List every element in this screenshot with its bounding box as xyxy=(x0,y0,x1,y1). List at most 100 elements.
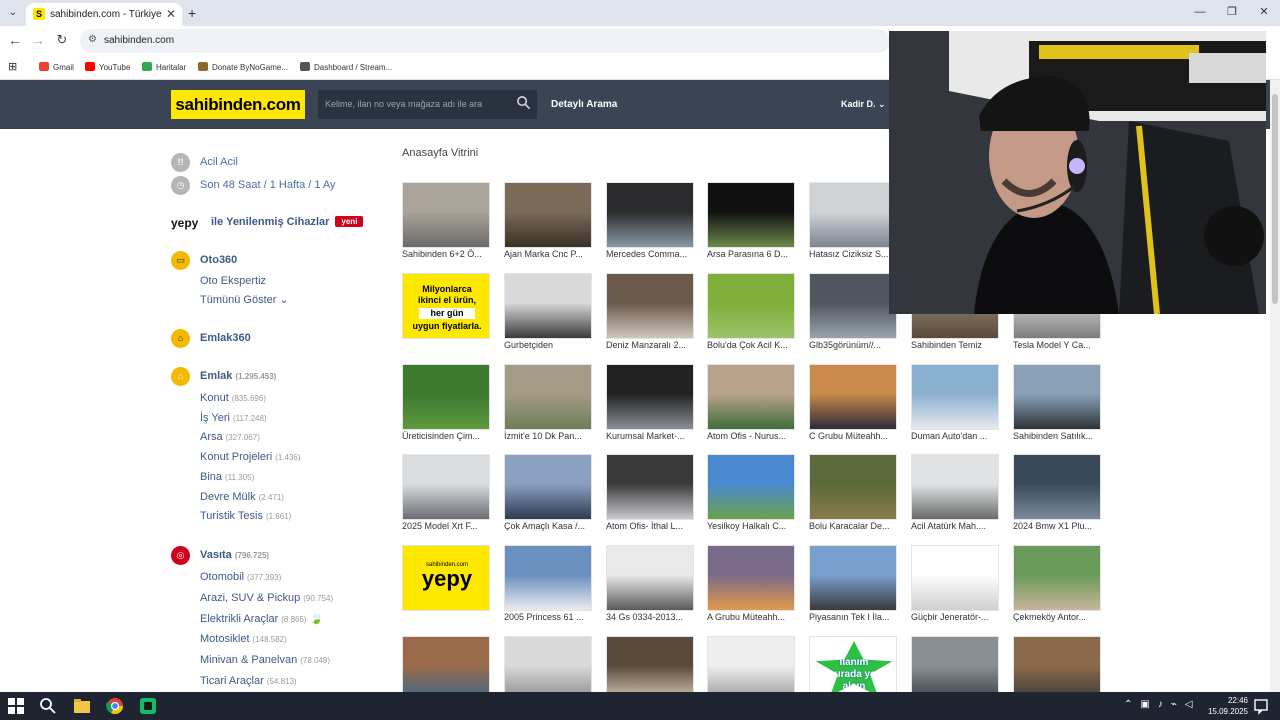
apps-grid-icon[interactable]: ⊞ xyxy=(8,60,17,73)
listing-thumbnail[interactable] xyxy=(911,364,999,430)
listing-title[interactable]: 2025 Model Xrt F... xyxy=(402,521,504,531)
listing-thumbnail[interactable] xyxy=(809,545,897,611)
listing-thumbnail[interactable]: sahibinden.com yepy xyxy=(402,545,490,611)
show-all-link[interactable]: Tümünü Göster ⌄ xyxy=(200,293,289,306)
listing-card[interactable]: Mercedes Comma... xyxy=(606,182,694,262)
listing-thumbnail[interactable] xyxy=(504,182,592,248)
listing-card[interactable]: 2005 Princess 61 ... xyxy=(504,545,592,625)
close-window-icon[interactable]: ✕ xyxy=(1248,0,1280,26)
listing-thumbnail[interactable] xyxy=(707,454,795,520)
listing-title[interactable]: Sahibinden Temiz xyxy=(911,340,1013,350)
listing-card[interactable]: Bolu'da Çok Acil K... xyxy=(707,273,795,353)
listing-title[interactable]: Mercedes Comma... xyxy=(606,249,708,259)
listing-title[interactable]: Bolu'da Çok Acil K... xyxy=(707,340,809,350)
listing-card[interactable]: Deniz Manzaralı 2... xyxy=(606,273,694,353)
listing-thumbnail[interactable] xyxy=(1013,364,1101,430)
recent-link[interactable]: Son 48 Saat / 1 Hafta / 1 Ay xyxy=(200,179,336,191)
listing-card[interactable]: Yesilkoy Halkalı C... xyxy=(707,454,795,534)
listing-card[interactable]: Acil Atatürk Mah.... xyxy=(911,454,999,534)
site-info-icon[interactable]: ⚙ xyxy=(88,34,97,45)
clock[interactable]: 22:46 15.09.2025 xyxy=(1208,695,1248,717)
listing-title[interactable]: Bolu Karacalar De... xyxy=(809,521,911,531)
subcategory-link[interactable]: Konut (835.696) xyxy=(200,392,266,404)
listing-card[interactable]: Kurumsal Market-... xyxy=(606,364,694,444)
listing-title[interactable]: 34 Gs 0334-2013... xyxy=(606,612,708,622)
listing-card[interactable]: Ajan Marka Cnc P... xyxy=(504,182,592,262)
oto-ekspertiz-link[interactable]: Oto Ekspertiz xyxy=(200,275,266,287)
listing-title[interactable]: Glb35görünüm//... xyxy=(809,340,911,350)
listing-title[interactable]: Sahibinden Satılık... xyxy=(1013,431,1115,441)
site-logo[interactable]: sahibinden.com xyxy=(171,90,305,119)
subcategory-link[interactable]: Motosiklet (148.582) xyxy=(200,633,287,645)
listing-thumbnail[interactable] xyxy=(911,545,999,611)
advanced-search-link[interactable]: Detaylı Arama xyxy=(551,99,617,110)
listing-title[interactable]: Kurumsal Market-... xyxy=(606,431,708,441)
listing-thumbnail[interactable] xyxy=(707,273,795,339)
listing-card[interactable]: Üreticisinden Çim... xyxy=(402,364,490,444)
search-icon[interactable] xyxy=(516,95,531,110)
listing-thumbnail[interactable] xyxy=(504,364,592,430)
listing-card[interactable]: Piyasanın Tek I İla... xyxy=(809,545,897,625)
subcategory-link[interactable]: Ticari Araçlar (54.813) xyxy=(200,675,297,687)
listing-thumbnail[interactable] xyxy=(809,182,897,248)
listing-thumbnail[interactable] xyxy=(504,545,592,611)
acil-link[interactable]: Acil Acil xyxy=(200,156,238,168)
url-bar[interactable]: ⚙ sahibinden.com xyxy=(80,29,890,53)
subcategory-link[interactable]: Bina (11.305) xyxy=(200,471,254,483)
listing-card[interactable]: Bolu Karacalar De... xyxy=(809,454,897,534)
listing-title[interactable]: Acil Atatürk Mah.... xyxy=(911,521,1013,531)
listing-thumbnail[interactable] xyxy=(606,454,694,520)
listing-card[interactable]: Atom Ofis- İthal L... xyxy=(606,454,694,534)
listing-title[interactable]: Çok Amaçlı Kasa /... xyxy=(504,521,606,531)
listing-card[interactable]: sahibinden.com yepy xyxy=(402,545,490,625)
listing-title[interactable]: Duman Auto'dan ... xyxy=(911,431,1013,441)
search-icon[interactable] xyxy=(39,697,57,715)
listing-title[interactable]: Üreticisinden Çim... xyxy=(402,431,504,441)
oto360-link[interactable]: Oto360 xyxy=(200,254,237,266)
listing-title[interactable]: Gurbetçiden xyxy=(504,340,606,350)
emlak360-link[interactable]: Emlak360 xyxy=(200,332,251,344)
listing-title[interactable]: 2024 Bmw X1 Plu... xyxy=(1013,521,1115,531)
listing-thumbnail[interactable] xyxy=(809,454,897,520)
listing-title[interactable]: Arsa Parasına 6 D... xyxy=(707,249,809,259)
listing-thumbnail[interactable] xyxy=(504,273,592,339)
listing-card[interactable]: Çok Amaçlı Kasa /... xyxy=(504,454,592,534)
close-tab-icon[interactable]: ✕ xyxy=(166,7,176,21)
subcategory-link[interactable]: Arsa (327.067) xyxy=(200,431,260,443)
listing-thumbnail[interactable] xyxy=(402,182,490,248)
new-tab-plus-icon[interactable]: + xyxy=(188,5,196,21)
listing-title[interactable]: Deniz Manzaralı 2... xyxy=(606,340,708,350)
subcategory-link[interactable]: Minivan & Panelvan (78.049) xyxy=(200,654,330,666)
page-scrollbar[interactable] xyxy=(1270,80,1280,692)
listing-thumbnail[interactable] xyxy=(1013,545,1101,611)
listing-thumbnail[interactable] xyxy=(606,273,694,339)
scrollbar-thumb[interactable] xyxy=(1272,94,1278,304)
listing-thumbnail[interactable] xyxy=(402,364,490,430)
back-arrow-icon[interactable]: ← xyxy=(6,32,24,48)
subcategory-link[interactable]: Turistik Tesis (1.661) xyxy=(200,510,291,522)
tab-search-chevron-icon[interactable]: ⌄ xyxy=(4,4,22,22)
listing-thumbnail[interactable] xyxy=(402,454,490,520)
file-explorer-icon[interactable] xyxy=(73,697,91,715)
subcategory-link[interactable]: Devre Mülk (2.471) xyxy=(200,491,284,503)
listing-title[interactable]: 2005 Princess 61 ... xyxy=(504,612,606,622)
listing-card[interactable]: 2024 Bmw X1 Plu... xyxy=(1013,454,1101,534)
listing-card[interactable]: Sahibinden Satılık... xyxy=(1013,364,1101,444)
subcategory-link[interactable]: Otomobil (377.393) xyxy=(200,571,281,583)
reload-icon[interactable]: ↻ xyxy=(53,32,71,48)
listing-title[interactable]: Çekmeköy Antor... xyxy=(1013,612,1115,622)
yepy-link[interactable]: ile Yenilenmiş Cihazlar yeni xyxy=(211,216,364,228)
listing-thumbnail[interactable] xyxy=(809,364,897,430)
bookmark-gmail[interactable]: Gmail xyxy=(39,62,74,72)
ad-banner[interactable]: Milyonlarca ikinci el ürün, her gün uygun f… xyxy=(403,274,489,338)
listing-thumbnail[interactable]: Milyonlarca ikinci el ürün, her gün uygun f… xyxy=(402,273,490,339)
subcategory-link[interactable]: Arazi, SUV & Pickup (90.754) xyxy=(200,592,333,604)
listing-title[interactable]: Güçbir Jeneratör-... xyxy=(911,612,1013,622)
minimize-icon[interactable]: — xyxy=(1184,0,1216,26)
subcategory-link[interactable]: Elektrikli Araçlar (8.865) 🍃 xyxy=(200,612,323,625)
listing-card[interactable]: Milyonlarca ikinci el ürün, her gün uygun f… xyxy=(402,273,490,353)
subcategory-link[interactable]: İş Yeri (117.248) xyxy=(200,412,267,424)
forward-arrow-icon[interactable]: → xyxy=(29,32,47,48)
windows-start-icon[interactable] xyxy=(8,698,24,714)
listing-card[interactable]: İzmit'e 10 Dk Pan... xyxy=(504,364,592,444)
